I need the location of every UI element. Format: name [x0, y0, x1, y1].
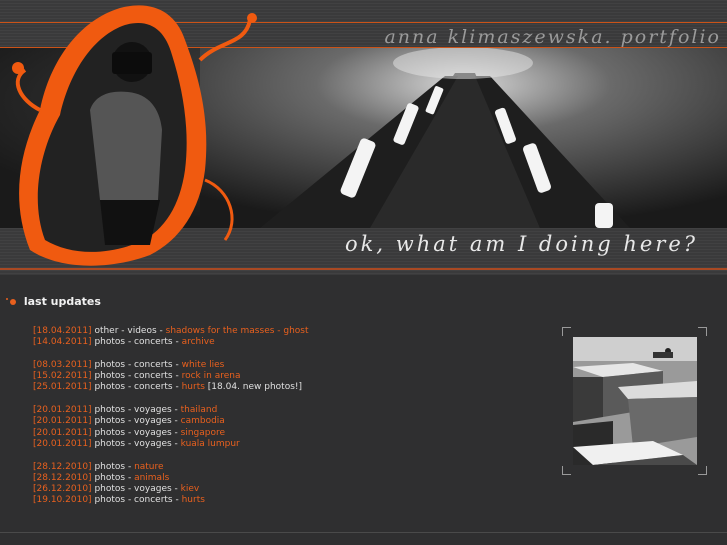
frame-corner: [698, 466, 707, 475]
update-row: [15.02.2011] photos - concerts - rock in…: [33, 371, 309, 382]
update-link[interactable]: singapore: [181, 428, 225, 438]
bullet-icon: [10, 299, 16, 305]
update-row: [25.01.2011] photos - concerts - hurts […: [33, 382, 309, 393]
update-row: [20.01.2011] photos - voyages - cambodia: [33, 416, 309, 427]
updates-list: [18.04.2011] other - videos - shadows fo…: [33, 326, 309, 518]
thumbnail-frame: [562, 327, 707, 475]
update-row: [28.12.2010] photos - nature: [33, 462, 309, 473]
update-category-path: other - videos -: [94, 326, 166, 336]
update-link[interactable]: hurts: [182, 495, 205, 505]
update-category-path: photos - voyages -: [94, 405, 181, 416]
update-group: [28.12.2010] photos - nature [28.12.2010]…: [33, 462, 309, 507]
update-date: [26.12.2010]: [33, 484, 92, 495]
update-row: [20.01.2011] photos - voyages - thailand: [33, 405, 309, 416]
update-row: [20.01.2011] photos - voyages - singapor…: [33, 428, 309, 439]
update-link[interactable]: shadows for the masses - ghost: [166, 326, 309, 336]
update-date: [20.01.2011]: [33, 405, 92, 416]
update-category-path: photos - concerts -: [94, 382, 182, 393]
update-group: [08.03.2011] photos - concerts - white l…: [33, 360, 309, 394]
update-link[interactable]: archive: [182, 337, 215, 347]
update-link[interactable]: hurts: [182, 382, 205, 392]
update-row: [28.12.2010] photos - animals: [33, 473, 309, 484]
update-date: [18.04.2011]: [33, 326, 92, 336]
update-row: [26.12.2010] photos - voyages - kiev: [33, 484, 309, 495]
update-row: [20.01.2011] photos - voyages - kuala lu…: [33, 439, 309, 450]
escalator-tunnel-image: [200, 48, 727, 228]
update-date: [28.12.2010]: [33, 472, 92, 483]
update-link[interactable]: white lies: [182, 360, 225, 370]
update-category-path: photos - voyages -: [94, 484, 181, 495]
update-date: [20.01.2011]: [33, 416, 92, 427]
update-row: [18.04.2011] other - videos - shadows fo…: [33, 326, 309, 337]
update-group: [20.01.2011] photos - voyages - thailand…: [33, 405, 309, 450]
update-group: [18.04.2011] other - videos - shadows fo…: [33, 326, 309, 349]
update-link[interactable]: thailand: [181, 405, 218, 415]
footer-divider: [0, 532, 727, 533]
update-date: [20.01.2011]: [33, 427, 92, 438]
header-banner: anna klimaszewska. portfolio ok, what am…: [0, 0, 727, 275]
update-date: [20.01.2011]: [33, 438, 92, 449]
updates-heading: last updates: [10, 295, 101, 308]
update-category-path: photos - concerts -: [94, 359, 182, 370]
frame-corner: [562, 466, 571, 475]
frame-corner: [562, 327, 571, 336]
thumbnail-photo-memorial[interactable]: [573, 337, 697, 465]
update-link[interactable]: animals: [134, 473, 169, 483]
update-row: [14.04.2011] photos - concerts - archive: [33, 337, 309, 348]
update-date: [25.01.2011]: [33, 382, 92, 393]
update-category-path: photos - voyages -: [94, 416, 181, 427]
update-category-path: photos -: [94, 461, 135, 472]
update-category-path: photos - voyages -: [94, 438, 181, 449]
updates-heading-label: last updates: [23, 295, 101, 308]
banner-tagline: ok, what am I doing here?: [345, 232, 699, 256]
update-row: [19.10.2010] photos - concerts - hurts: [33, 495, 309, 506]
update-link[interactable]: kiev: [181, 484, 200, 494]
update-row: [08.03.2011] photos - concerts - white l…: [33, 360, 309, 371]
update-category-path: photos - voyages -: [94, 427, 181, 438]
header-bottom-line: [0, 268, 727, 270]
update-category-path: photos - concerts -: [94, 371, 182, 382]
update-category-path: photos - concerts -: [94, 495, 182, 506]
update-link[interactable]: rock in arena: [182, 371, 241, 381]
update-date: [28.12.2010]: [33, 461, 92, 472]
update-date: [14.04.2011]: [33, 337, 92, 348]
update-category-path: photos -: [94, 472, 135, 483]
update-link[interactable]: cambodia: [181, 416, 225, 426]
update-category-path: photos - concerts -: [94, 337, 182, 348]
frame-corner: [698, 327, 707, 336]
update-link[interactable]: kuala lumpur: [181, 439, 240, 449]
update-date: [08.03.2011]: [33, 359, 92, 370]
update-date: [15.02.2011]: [33, 371, 92, 382]
site-title: anna klimaszewska. portfolio: [384, 26, 721, 48]
update-link[interactable]: nature: [134, 462, 164, 472]
update-date: [19.10.2010]: [33, 495, 92, 506]
update-note: [18.04. new photos!]: [207, 382, 303, 393]
photographer-portrait-image: [12, 5, 257, 266]
